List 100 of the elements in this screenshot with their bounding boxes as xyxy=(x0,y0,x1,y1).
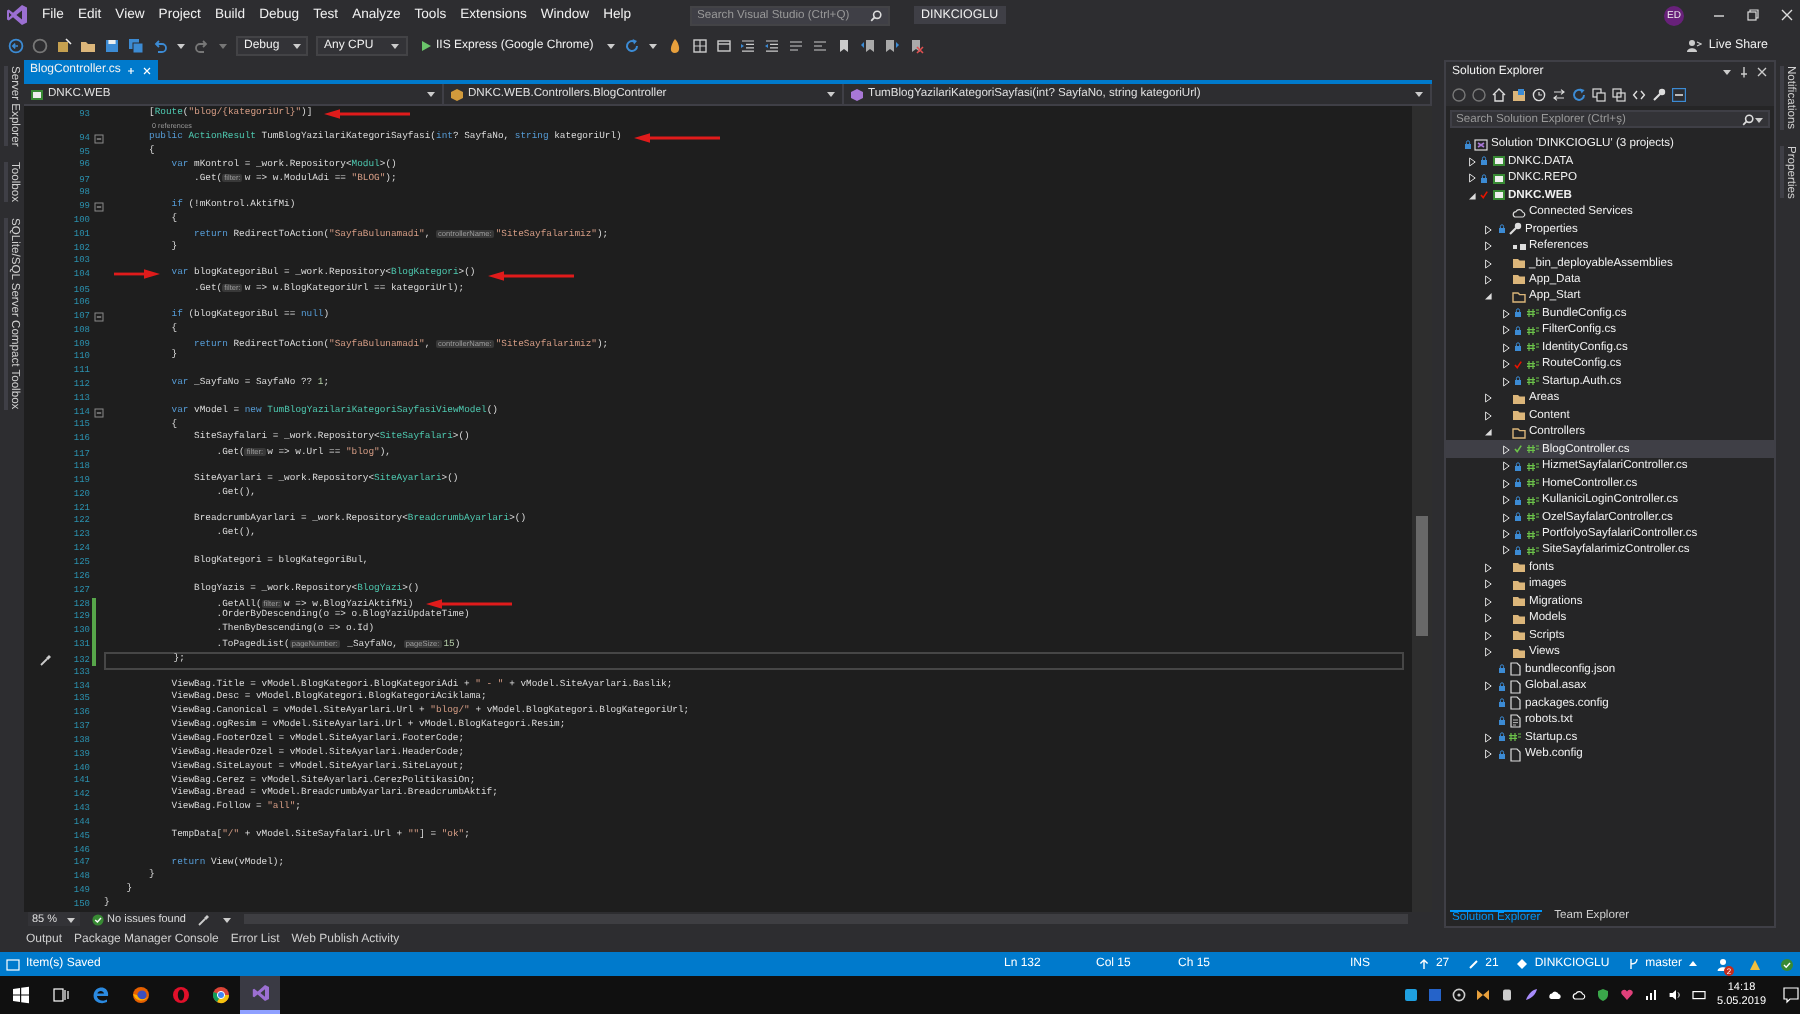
caret-icon[interactable] xyxy=(291,41,302,49)
brush-icon[interactable] xyxy=(198,913,210,926)
caret-icon[interactable] xyxy=(1499,358,1511,371)
caret-icon[interactable] xyxy=(1465,189,1477,202)
caret-icon[interactable] xyxy=(65,915,76,924)
caret-icon[interactable] xyxy=(1482,409,1494,422)
wrench-icon[interactable] xyxy=(1652,87,1666,101)
caret-icon[interactable] xyxy=(1482,392,1494,405)
caret-icon[interactable] xyxy=(1754,115,1764,123)
caret-icon[interactable] xyxy=(1482,561,1494,574)
square-icon[interactable] xyxy=(1427,988,1442,1002)
outdent-icon[interactable] xyxy=(763,37,780,53)
refresh-icon[interactable] xyxy=(623,37,640,53)
wrench-icon xyxy=(1508,222,1522,237)
cylinder-icon[interactable] xyxy=(1499,988,1514,1002)
caret-icon[interactable] xyxy=(1499,494,1511,507)
caret-icon[interactable] xyxy=(1482,223,1494,236)
person-icon[interactable] xyxy=(1716,957,1730,971)
uncomment-icon[interactable] xyxy=(811,37,828,53)
caret-icon[interactable] xyxy=(1482,731,1494,744)
indent-icon[interactable] xyxy=(739,37,756,53)
caret-icon[interactable] xyxy=(1482,680,1494,693)
save-icon[interactable] xyxy=(104,37,120,53)
maximize-icon[interactable] xyxy=(1746,8,1760,22)
undo-icon[interactable] xyxy=(152,37,168,53)
check-circle-icon[interactable] xyxy=(1780,957,1794,971)
caret-icon[interactable] xyxy=(1722,68,1732,76)
close-icon[interactable] xyxy=(1780,8,1794,22)
caret-icon[interactable] xyxy=(222,915,232,924)
caret-icon[interactable] xyxy=(1482,578,1494,591)
taskbar-app[interactable] xyxy=(240,976,280,1014)
collapse-icon[interactable] xyxy=(94,407,104,418)
caret-icon[interactable] xyxy=(176,41,186,49)
heart-icon[interactable] xyxy=(1619,988,1634,1002)
feedback-icon[interactable] xyxy=(1748,957,1762,971)
switch-views-icon[interactable] xyxy=(1512,87,1526,101)
sync-icon[interactable] xyxy=(1552,87,1566,101)
caret-icon[interactable] xyxy=(1482,612,1494,625)
collapse-icon[interactable] xyxy=(94,133,104,144)
caret-icon[interactable] xyxy=(1482,240,1494,253)
screwdriver-icon[interactable] xyxy=(40,654,52,667)
pin-icon[interactable] xyxy=(1738,66,1750,78)
caret-icon[interactable] xyxy=(1465,155,1477,168)
shield-icon[interactable] xyxy=(1595,988,1610,1002)
scrollbar-thumb[interactable] xyxy=(1416,516,1428,636)
caret-icon[interactable] xyxy=(426,90,436,98)
caret-icon[interactable] xyxy=(1482,595,1494,608)
redo-icon[interactable] xyxy=(194,37,210,53)
caret-icon[interactable] xyxy=(1499,460,1511,473)
bookmark-clear-icon[interactable] xyxy=(907,37,924,53)
preview-icon[interactable] xyxy=(1672,87,1686,101)
caret-icon[interactable] xyxy=(1499,375,1511,388)
signal-icon[interactable] xyxy=(1643,988,1658,1002)
keyboard-icon[interactable] xyxy=(1691,988,1706,1002)
window-icon[interactable] xyxy=(715,37,732,53)
feather-icon[interactable] xyxy=(1523,988,1538,1002)
caret-icon[interactable] xyxy=(1499,341,1511,354)
caret-icon[interactable] xyxy=(605,41,616,49)
pencil-icon xyxy=(1467,958,1480,970)
grid-icon[interactable] xyxy=(691,37,708,53)
caret-icon[interactable] xyxy=(1482,273,1494,286)
caret-icon[interactable] xyxy=(390,41,400,49)
collapse-icon[interactable] xyxy=(94,201,104,212)
caret-icon[interactable] xyxy=(1414,90,1424,98)
caret-icon[interactable] xyxy=(1499,443,1511,456)
copy-icon[interactable] xyxy=(1612,87,1626,101)
speaker-icon[interactable] xyxy=(1667,988,1682,1002)
code-icon[interactable] xyxy=(1632,87,1646,101)
bookmark-icon[interactable] xyxy=(835,37,852,53)
save-all-icon[interactable] xyxy=(128,37,144,53)
home-icon[interactable] xyxy=(1492,87,1506,101)
caret-icon[interactable] xyxy=(1482,629,1494,642)
new-item-icon[interactable] xyxy=(56,37,72,53)
notifications-icon[interactable] xyxy=(1782,986,1800,1004)
caret-icon[interactable] xyxy=(1499,528,1511,541)
caret-icon[interactable] xyxy=(1482,426,1494,439)
bowtie-icon[interactable] xyxy=(1475,988,1490,1002)
comment-icon[interactable] xyxy=(787,37,804,53)
history-icon[interactable] xyxy=(1532,87,1546,101)
collapse-all-icon[interactable] xyxy=(1592,87,1606,101)
caret-icon[interactable] xyxy=(1482,290,1494,303)
square-icon[interactable] xyxy=(1403,988,1418,1002)
caret-icon[interactable] xyxy=(1482,257,1494,270)
caret-icon[interactable] xyxy=(1465,172,1477,185)
caret-icon[interactable] xyxy=(1499,544,1511,557)
caret-icon[interactable] xyxy=(1482,646,1494,659)
caret-icon[interactable] xyxy=(1499,324,1511,337)
caret-icon[interactable] xyxy=(1482,748,1494,761)
collapse-icon[interactable] xyxy=(94,311,104,322)
wheel-icon[interactable] xyxy=(1451,988,1466,1002)
caret-icon[interactable] xyxy=(1499,477,1511,490)
refresh-icon[interactable] xyxy=(1572,87,1586,101)
caret-icon[interactable] xyxy=(1499,307,1511,320)
caret-icon[interactable] xyxy=(647,41,658,49)
bookmark-next-icon[interactable] xyxy=(883,37,900,53)
caret-icon[interactable] xyxy=(826,90,836,98)
caret-icon[interactable] xyxy=(1499,511,1511,524)
bookmark-prev-icon[interactable] xyxy=(859,37,876,53)
folder-icon[interactable] xyxy=(80,37,96,53)
close-icon[interactable] xyxy=(1756,66,1768,78)
